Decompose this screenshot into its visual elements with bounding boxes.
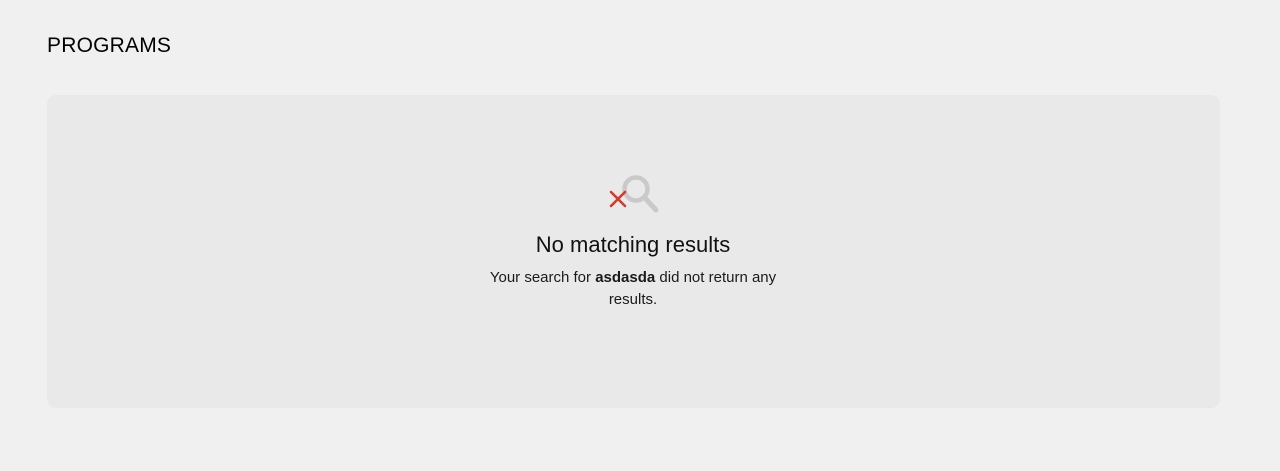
search-term: asdasda <box>595 269 656 286</box>
programs-page: PROGRAMS No matching results Your search… <box>0 0 1280 471</box>
search-no-results-icon <box>609 175 659 213</box>
message-prefix: Your search for <box>489 269 596 286</box>
empty-state: No matching results Your search for asda… <box>473 169 793 311</box>
empty-results-panel: No matching results Your search for asda… <box>47 95 1220 408</box>
empty-state-title: No matching results <box>535 232 731 257</box>
page-title: PROGRAMS <box>47 34 172 57</box>
empty-state-message: Your search for asdasda did not return a… <box>473 267 793 311</box>
